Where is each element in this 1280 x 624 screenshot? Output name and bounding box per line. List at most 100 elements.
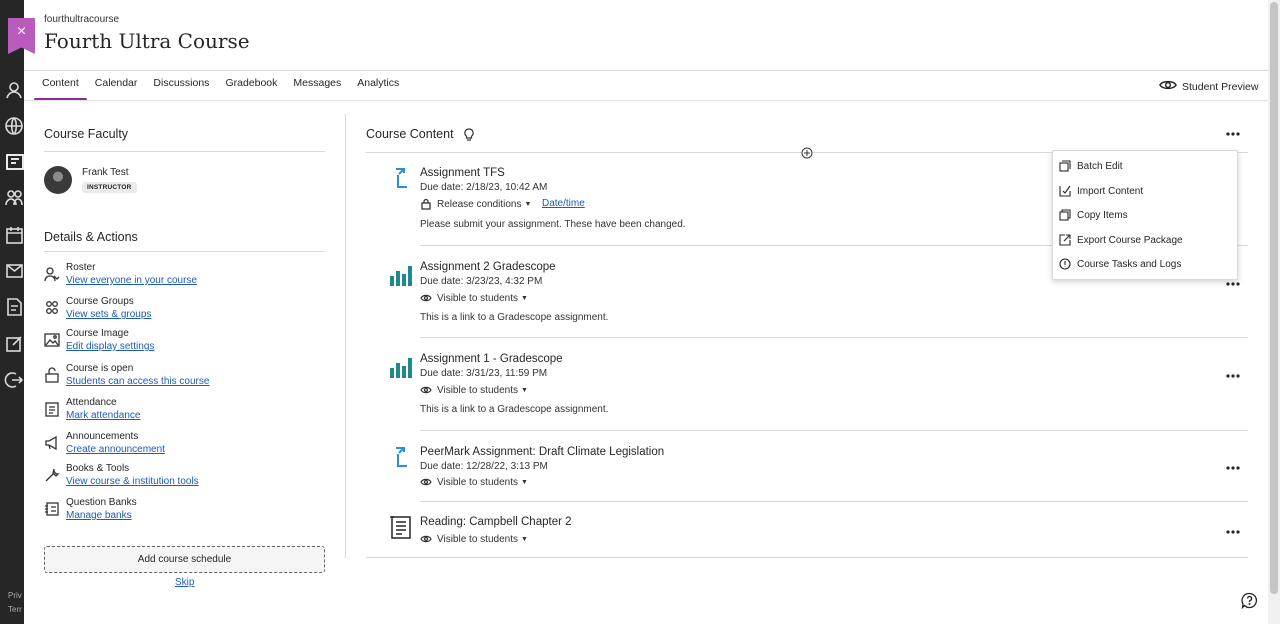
visibility-label: Release conditions <box>437 198 522 210</box>
date-time-link[interactable]: Date/time <box>542 198 585 209</box>
calendar-icon[interactable] <box>4 225 24 245</box>
item-title[interactable]: Reading: Campbell Chapter 2 <box>420 516 572 528</box>
menu-course-tasks-logs[interactable]: Course Tasks and Logs <box>1059 254 1181 274</box>
menu-batch-edit[interactable]: Batch Edit <box>1059 156 1123 176</box>
visibility-dropdown[interactable]: Visible to students ▼ <box>420 384 528 396</box>
action-announcements: Announcements Create announcement <box>44 431 334 465</box>
eye-icon <box>420 478 432 486</box>
faculty-name: Frank Test <box>82 167 129 178</box>
item-title[interactable]: Assignment 2 Gradescope <box>420 261 556 273</box>
page-title: Fourth Ultra Course <box>44 29 250 53</box>
menu-item-label: Course Tasks and Logs <box>1077 258 1182 270</box>
privacy-link[interactable]: Priv <box>8 591 22 600</box>
item-more-options-button[interactable] <box>1225 524 1241 540</box>
help-icon[interactable] <box>1241 592 1258 610</box>
create-announcement-link[interactable]: Create announcement <box>66 444 165 455</box>
tab-discussions[interactable]: Discussions <box>145 71 217 101</box>
item-divider <box>420 501 1248 502</box>
nav-divider <box>24 100 1268 101</box>
action-books-tools: Books & Tools View course & institution … <box>44 463 334 497</box>
turnitin-assignment-icon <box>388 444 414 470</box>
visibility-label: Visible to students <box>437 533 518 545</box>
action-label: Course Image <box>66 328 129 339</box>
vertical-scrollbar[interactable] <box>1268 0 1280 624</box>
view-tools-link[interactable]: View course & institution tools <box>66 476 199 487</box>
manage-banks-link[interactable]: Manage banks <box>66 510 132 521</box>
details-divider <box>44 251 325 252</box>
item-due-date: Due date: 3/23/23, 4:32 PM <box>420 276 543 287</box>
globe-icon[interactable] <box>4 116 24 136</box>
item-more-options-button[interactable] <box>1225 460 1241 476</box>
avatar <box>44 166 72 194</box>
eye-icon <box>420 294 432 302</box>
caret-down-icon: ▼ <box>520 478 528 486</box>
visibility-label: Visible to students <box>437 384 518 396</box>
tab-messages[interactable]: Messages <box>285 71 349 101</box>
mark-attendance-link[interactable]: Mark attendance <box>66 410 141 421</box>
menu-item-label: Import Content <box>1077 185 1144 197</box>
caret-down-icon: ▼ <box>520 535 528 543</box>
add-content-plus-icon[interactable] <box>801 146 813 159</box>
tab-calendar[interactable]: Calendar <box>87 71 146 101</box>
action-label: Course is open <box>66 363 134 374</box>
eye-icon <box>420 535 432 543</box>
edit-icon[interactable] <box>4 334 24 354</box>
action-label: Roster <box>66 262 96 273</box>
item-title[interactable]: Assignment 1 - Gradescope <box>420 353 563 365</box>
tab-analytics[interactable]: Analytics <box>349 71 407 101</box>
eye-icon <box>420 386 432 394</box>
content-more-options-button[interactable] <box>1225 126 1241 142</box>
question-bank-icon <box>44 501 60 517</box>
course-id: fourthultracourse <box>44 14 120 25</box>
megaphone-icon <box>44 435 60 451</box>
visibility-dropdown[interactable]: Visible to students ▼ <box>420 533 528 545</box>
user-icon[interactable] <box>4 80 24 100</box>
unlock-icon <box>44 367 60 383</box>
alert-circle-icon <box>1059 258 1071 270</box>
item-divider <box>366 557 1248 558</box>
image-icon <box>44 332 60 348</box>
add-course-schedule-button[interactable]: Add course schedule <box>44 546 325 573</box>
visibility-dropdown[interactable]: Visible to students ▼ <box>420 476 528 488</box>
view-roster-link[interactable]: View everyone in your course <box>66 275 197 286</box>
item-more-options-button[interactable] <box>1225 368 1241 384</box>
item-description: This is a link to a Gradescope assignmen… <box>420 404 609 415</box>
eye-preview-icon <box>1159 78 1182 95</box>
grades-icon[interactable] <box>4 297 24 317</box>
courses-icon[interactable] <box>4 152 24 172</box>
messages-icon[interactable] <box>4 261 24 281</box>
course-content-heading: Course Content <box>366 127 454 141</box>
tab-content[interactable]: Content <box>34 71 87 101</box>
terms-link[interactable]: Terr <box>8 605 22 614</box>
menu-copy-items[interactable]: Copy Items <box>1059 205 1128 225</box>
item-due-date: Due date: 2/18/23, 10:42 AM <box>420 182 548 193</box>
item-divider <box>420 337 1248 338</box>
left-nav-rail: Priv Terr <box>0 0 24 624</box>
item-title[interactable]: Assignment TFS <box>420 167 505 179</box>
edit-display-settings-link[interactable]: Edit display settings <box>66 341 154 352</box>
tab-gradebook[interactable]: Gradebook <box>217 71 285 101</box>
action-attendance: Attendance Mark attendance <box>44 397 334 431</box>
action-roster: Roster View everyone in your course <box>44 262 334 296</box>
action-label: Course Groups <box>66 296 134 307</box>
menu-export-course-package[interactable]: Export Course Package <box>1059 230 1183 250</box>
organizations-icon[interactable] <box>4 188 24 208</box>
menu-import-content[interactable]: Import Content <box>1059 181 1143 201</box>
action-course-groups: Course Groups View sets & groups <box>44 296 334 330</box>
action-label: Announcements <box>66 431 139 442</box>
course-access-link[interactable]: Students can access this course <box>66 376 209 387</box>
item-title[interactable]: PeerMark Assignment: Draft Climate Legis… <box>420 446 664 458</box>
roster-icon <box>44 266 60 282</box>
student-preview-button[interactable]: Student Preview <box>1159 78 1258 95</box>
details-actions-heading: Details & Actions <box>44 230 138 244</box>
action-label: Books & Tools <box>66 463 130 474</box>
release-conditions-dropdown[interactable]: Release conditions ▼ <box>420 198 531 210</box>
faculty-divider <box>44 151 325 152</box>
sign-out-icon[interactable] <box>4 370 24 390</box>
view-groups-link[interactable]: View sets & groups <box>66 309 151 320</box>
action-label: Question Banks <box>66 497 137 508</box>
visibility-dropdown[interactable]: Visible to students ▼ <box>420 292 528 304</box>
lightbulb-icon[interactable] <box>463 128 475 142</box>
skip-link[interactable]: Skip <box>175 577 194 588</box>
scrollbar-thumb[interactable] <box>1270 2 1278 594</box>
